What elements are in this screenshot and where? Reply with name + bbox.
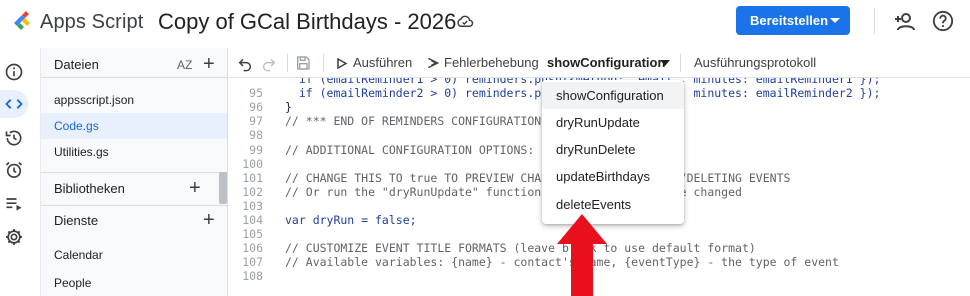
header-divider [874,8,875,34]
function-dropdown-menu: showConfiguration dryRunUpdate dryRunDel… [542,80,684,224]
services-header: Dienste [54,213,99,228]
code-text[interactable]: var dryRun = false; [285,213,417,227]
line-number: 98 [249,128,263,143]
line-number: 100 [242,156,263,171]
function-selector-caret-icon[interactable] [660,60,670,66]
line-number: 106 [242,241,263,256]
triggers-alarm-icon[interactable] [4,160,24,180]
deploy-dropdown-caret-icon [830,18,840,23]
line-number: 105 [242,227,263,242]
sort-az-icon[interactable]: AZ [177,58,192,72]
run-button[interactable]: Ausführen [353,55,412,70]
menu-item-dryrunupdate[interactable]: dryRunUpdate [542,109,684,136]
save-icon[interactable] [295,55,311,71]
section-divider [41,205,227,206]
line-number: 101 [242,170,263,185]
left-navigation-rail [0,48,28,296]
top-header: Apps Script Copy of GCal Birthdays - 202… [0,0,970,44]
editor-code-icon[interactable] [4,94,24,114]
add-library-icon[interactable]: + [189,178,201,198]
menu-item-showconfiguration[interactable]: showConfiguration [542,82,684,109]
file-item-code-gs[interactable]: Code.gs [41,113,227,139]
redo-icon[interactable] [261,56,277,72]
line-number: 99 [249,142,263,157]
undo-icon[interactable] [237,56,253,72]
service-item-calendar[interactable]: Calendar [41,242,227,268]
toolbar-divider [287,54,288,72]
toolbar-divider [680,54,681,72]
debug-icon[interactable] [426,56,440,70]
line-number: 104 [242,213,263,227]
help-icon[interactable] [932,10,954,32]
line-number: 107 [242,255,263,270]
line-number: 108 [242,269,263,284]
debug-button[interactable]: Fehlerbehebung [444,55,539,70]
section-divider [41,77,227,78]
file-item-appsscript-json[interactable]: appsscript.json [41,87,227,113]
overview-info-icon[interactable] [4,62,24,82]
add-file-icon[interactable]: + [203,54,215,74]
add-service-icon[interactable]: + [203,210,215,230]
editor-toolbar: Ausführen Fehlerbehebung showConfigurati… [229,48,970,78]
files-header: Dateien [54,57,99,72]
run-play-icon[interactable] [337,58,347,69]
triggers-history-icon[interactable] [4,128,24,148]
menu-item-dryrundelete[interactable]: dryRunDelete [542,136,684,163]
toolbar-divider [323,54,324,72]
sidebar-scrollbar[interactable] [219,172,227,204]
deploy-button[interactable]: Bereitstellen [736,6,850,35]
line-number: 102 [242,184,263,199]
code-text[interactable]: // CHANGE THIS TO true TO PREVIEW CHANGE… [285,171,790,185]
project-title[interactable]: Copy of GCal Birthdays - 2026 [158,9,456,35]
executions-list-icon[interactable] [4,194,24,214]
section-divider [41,172,227,173]
app-name[interactable]: Apps Script [40,11,143,34]
code-text[interactable]: // ADDITIONAL CONFIGURATION OPTIONS: [285,143,534,157]
line-number: 97 [249,114,263,129]
add-person-icon[interactable] [893,10,917,34]
libraries-header: Bibliotheken [54,181,125,196]
annotation-arrow-icon [557,214,607,296]
file-item-utilities-gs[interactable]: Utilities.gs [41,139,227,165]
function-selector[interactable]: showConfiguration [547,55,665,70]
execution-log-button[interactable]: Ausführungsprotokoll [694,55,816,70]
code-text[interactable]: // *** END OF REMINDERS CONFIGURATION **… [285,114,569,128]
files-sidebar: Dateien AZ + appsscript.json Code.gs Uti… [40,48,228,296]
line-number: 95 [249,86,263,101]
cloud-saved-icon [457,15,474,27]
line-number: 96 [249,100,263,115]
apps-script-logo-icon[interactable] [10,9,34,33]
deploy-button-label: Bereitstellen [750,13,829,28]
line-number: 103 [242,198,263,213]
menu-item-updatebirthdays[interactable]: updateBirthdays [542,163,684,190]
code-text[interactable]: // CUSTOMIZE EVENT TITLE FORMATS (leave … [285,241,756,255]
settings-gear-icon[interactable] [4,227,24,247]
code-text[interactable]: } [285,100,292,114]
service-item-people[interactable]: People [41,270,227,296]
